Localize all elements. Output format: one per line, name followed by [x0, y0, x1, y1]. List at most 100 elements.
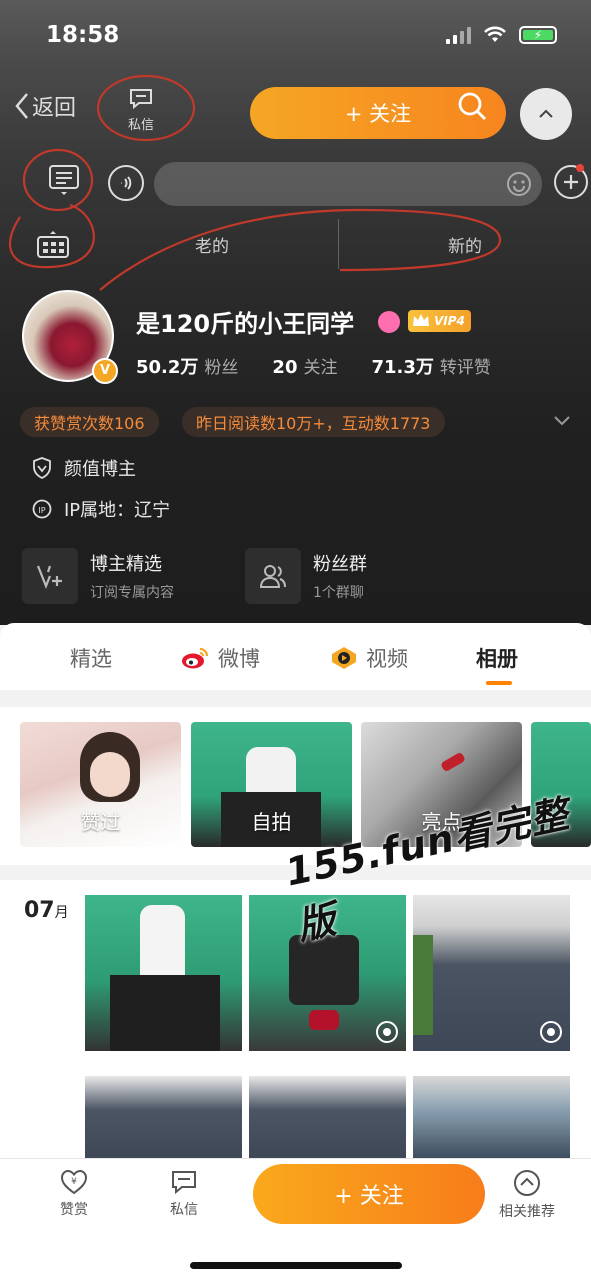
message-button-bottom[interactable]: 私信: [149, 1169, 219, 1219]
following-stat[interactable]: 20 关注: [272, 353, 337, 379]
group-icon: [245, 548, 301, 604]
card-featured[interactable]: 博主精选 订阅专属内容: [22, 548, 174, 604]
reward-label: 赞赏: [60, 1202, 88, 1218]
live-photo-icon: [540, 1021, 562, 1043]
album-liked[interactable]: 赞过: [20, 722, 181, 847]
keypad-icon: [37, 231, 69, 258]
following-value: 20: [272, 357, 298, 378]
plus-icon: [564, 175, 578, 189]
message-button[interactable]: 私信: [112, 88, 170, 133]
profile-name: 是120斤的小王同学: [136, 310, 355, 338]
album-selfie[interactable]: 自拍: [191, 722, 352, 847]
tab-video-label: 视频: [366, 647, 408, 671]
keyboard-toggle-button[interactable]: [44, 162, 84, 202]
followers-value: 50.2万: [136, 357, 199, 378]
status-time: 18:58: [46, 22, 120, 48]
member-search-icon[interactable]: [378, 311, 400, 333]
chevron-up-circle-icon: [514, 1170, 540, 1196]
search-button[interactable]: [456, 90, 488, 126]
featured-subtitle: 订阅专属内容: [90, 585, 174, 601]
grid-photo[interactable]: [249, 1076, 406, 1160]
chevron-down-icon[interactable]: [552, 414, 572, 428]
text-menu-icon: [49, 165, 79, 195]
chevron-left-icon: [15, 93, 28, 119]
reward-heart-icon: ¥: [60, 1169, 88, 1195]
more-button[interactable]: [520, 88, 572, 140]
battery-icon: ⚡: [519, 26, 557, 44]
vip-label: VIP4: [434, 314, 465, 328]
follow-button-bottom[interactable]: + 关注: [253, 1164, 485, 1224]
month-unit: 月: [54, 905, 69, 921]
voice-wave-icon: [121, 176, 132, 190]
message-label: 私信: [127, 118, 154, 133]
followers-label: 粉丝: [204, 358, 239, 378]
grid-photo[interactable]: [413, 1076, 570, 1160]
grid-photo[interactable]: [85, 1076, 242, 1160]
fan-group-title: 粉丝群: [313, 554, 367, 575]
compose-toolbar: [0, 150, 591, 212]
content-tabs: 精选 微博 视频 相册: [0, 623, 591, 690]
reward-button[interactable]: ¥ 赞赏: [39, 1169, 109, 1219]
tag-reward-count[interactable]: 获赞赏次数106: [20, 407, 159, 437]
ip-icon: IP: [32, 499, 52, 519]
info-category: 颜值博主: [32, 455, 136, 481]
engagement-value: 71.3万: [371, 357, 434, 378]
message-bottom-label: 私信: [170, 1202, 198, 1218]
card-fan-group[interactable]: 粉丝群 1个群聊: [245, 548, 367, 604]
tab-album[interactable]: 相册: [476, 643, 518, 673]
follow-top-label: + 关注: [344, 102, 412, 126]
status-icons: ⚡: [446, 26, 557, 44]
featured-title: 博主精选: [90, 554, 162, 575]
sort-toggle-button[interactable]: [36, 231, 70, 265]
tab-video[interactable]: 视频: [330, 643, 408, 673]
month-number: 07: [24, 898, 55, 923]
info-ip: IP IP属地：辽宁: [32, 496, 170, 522]
followers-stat[interactable]: 50.2万 粉丝: [136, 353, 238, 379]
tag-daily-reads[interactable]: 昨日阅读数10万+，互动数1773: [182, 407, 445, 437]
tab-weibo-label: 微博: [218, 647, 260, 671]
profile-stats: 50.2万 粉丝 20 关注 71.3万 转评赞: [136, 353, 491, 379]
status-bar: 18:58 ⚡: [0, 0, 591, 70]
search-icon: [458, 92, 486, 120]
ip-text: IP属地：辽宁: [64, 500, 171, 521]
signal-icon: [446, 26, 471, 44]
back-label: 返回: [32, 96, 77, 121]
notification-dot: [576, 164, 584, 172]
engagement-label: 转评赞: [439, 358, 491, 378]
active-tab-indicator: [486, 681, 512, 685]
wifi-icon: [484, 26, 506, 42]
live-photo-icon: [376, 1021, 398, 1043]
svg-text:IP: IP: [38, 506, 45, 515]
grid-photo[interactable]: [85, 895, 242, 1051]
voice-button[interactable]: [108, 165, 144, 201]
video-logo-icon: [332, 647, 356, 669]
category-text: 颜值博主: [64, 459, 136, 480]
related-button[interactable]: 相关推荐: [492, 1169, 562, 1221]
featured-icon: [22, 548, 78, 604]
sort-segment-row: 老的 新的: [0, 213, 591, 277]
segment-new[interactable]: 新的: [339, 217, 591, 271]
following-label: 关注: [303, 358, 338, 378]
follow-bottom-label: + 关注: [334, 1184, 404, 1209]
tab-featured[interactable]: 精选: [70, 643, 112, 673]
comment-input[interactable]: [154, 162, 542, 206]
emoji-icon[interactable]: [506, 171, 532, 197]
tab-featured-label: 精选: [70, 647, 112, 671]
tab-weibo[interactable]: 微博: [180, 643, 260, 673]
back-button[interactable]: 返回: [14, 90, 76, 122]
month-header: 07月: [24, 898, 69, 923]
album-liked-label: 赞过: [80, 810, 121, 834]
segment-old[interactable]: 老的: [86, 217, 338, 271]
chevron-up-icon: [539, 109, 553, 118]
fan-group-subtitle: 1个群聊: [313, 585, 364, 601]
shield-icon: [33, 457, 51, 479]
weibo-logo-icon: [182, 647, 209, 669]
top-nav: 返回 私信 + 关注: [0, 80, 591, 144]
home-indicator: [190, 1262, 402, 1269]
related-label: 相关推荐: [499, 1204, 555, 1220]
engagement-stat[interactable]: 71.3万 转评赞: [371, 353, 490, 379]
verified-badge: V: [92, 358, 118, 384]
chat-bubble-icon: [130, 89, 152, 110]
vip-badge[interactable]: VIP4: [408, 310, 471, 332]
photo-grid: 07月: [0, 880, 591, 1160]
